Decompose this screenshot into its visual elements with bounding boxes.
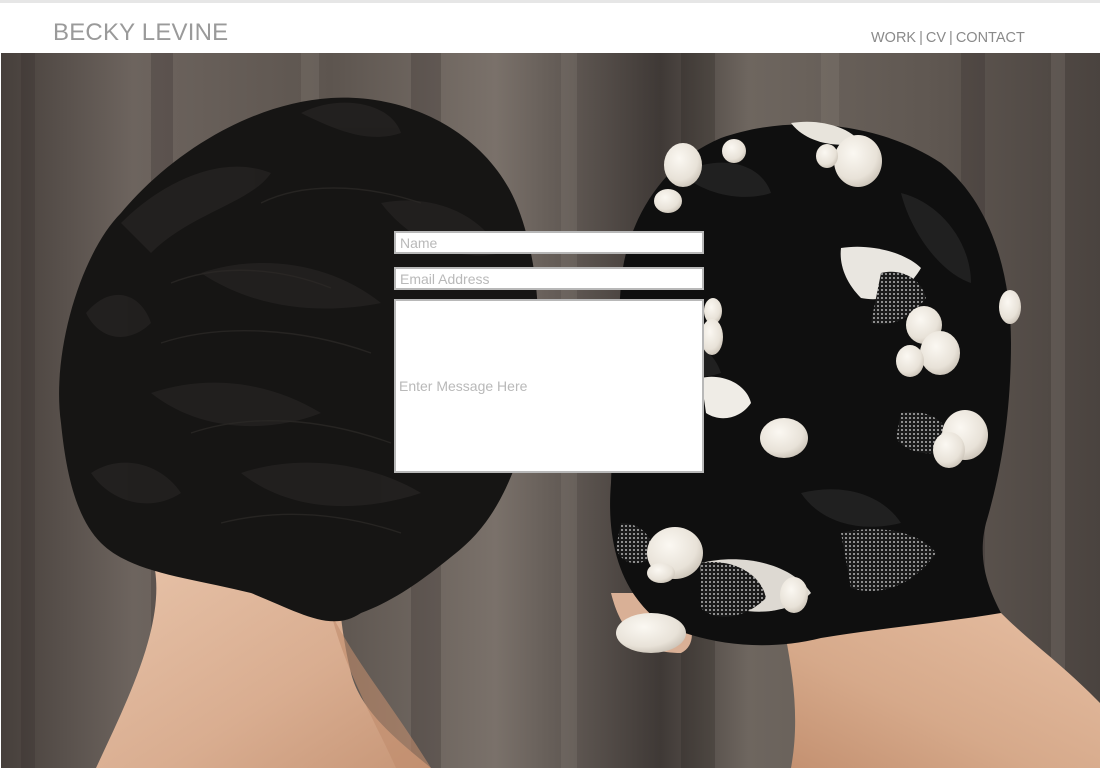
contact-page: BECKY LEVINE WORK | CV | CONTACT Name Em… (0, 0, 1100, 768)
name-field[interactable] (394, 231, 704, 254)
main-nav: WORK | CV | CONTACT (871, 30, 1025, 46)
nav-work-link[interactable]: WORK (871, 30, 916, 46)
message-field[interactable] (394, 299, 704, 473)
nav-separator: | (919, 30, 923, 46)
site-title[interactable]: BECKY LEVINE (53, 19, 228, 47)
site-header: BECKY LEVINE WORK | CV | CONTACT (0, 3, 1100, 53)
nav-separator: | (949, 30, 953, 46)
email-field[interactable] (394, 267, 704, 290)
nav-cv-link[interactable]: CV (926, 30, 946, 46)
nav-contact-link[interactable]: CONTACT (956, 30, 1025, 46)
